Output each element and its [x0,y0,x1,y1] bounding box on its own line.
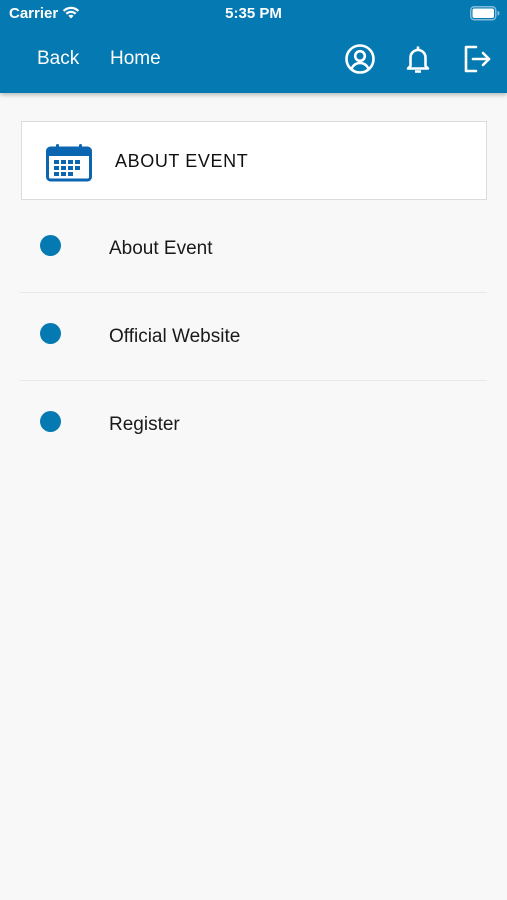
profile-icon[interactable] [344,43,376,75]
bullet-icon [40,411,61,432]
list-item-about-event[interactable]: About Event [20,205,487,293]
list-item-register[interactable]: Register [20,381,487,469]
back-button[interactable]: Back [37,48,79,70]
list-item-label: Official Website [109,326,241,347]
home-button[interactable]: Home [110,48,161,70]
list-item-label: About Event [109,238,213,259]
logout-icon[interactable] [461,43,493,75]
list-item-official-website[interactable]: Official Website [20,293,487,381]
bell-icon[interactable] [402,43,434,75]
status-bar: Carrier 5:35 PM [0,0,507,28]
calendar-icon [46,144,92,187]
bullet-icon [40,235,61,256]
bullet-icon [40,323,61,344]
app-bar: Carrier 5:35 PM Back Home [0,0,507,93]
list-item-label: Register [109,414,180,435]
battery-icon [470,6,500,26]
status-time: 5:35 PM [225,5,282,22]
page-title: ABOUT EVENT [115,151,249,171]
section-header: ABOUT EVENT [21,121,487,200]
